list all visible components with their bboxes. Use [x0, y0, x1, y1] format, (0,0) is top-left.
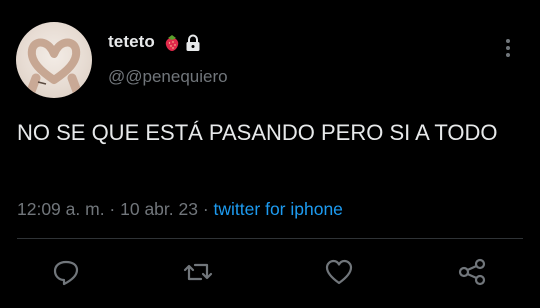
share-icon[interactable]: [456, 256, 488, 288]
tweet-text: NO SE QUE ESTÁ PASANDO PERO SI A TODO: [17, 120, 498, 145]
strawberry-icon: [164, 34, 180, 57]
name-badges: [164, 34, 202, 57]
avatar-image: [25, 38, 83, 98]
lock-icon: [184, 34, 202, 57]
divider: [17, 238, 523, 239]
tweet-meta: 12:09 a. m. · 10 abr. 23 · twitter for i…: [17, 199, 343, 220]
tweet-source-link[interactable]: twitter for iphone: [214, 199, 343, 219]
avatar[interactable]: [16, 22, 92, 98]
like-icon[interactable]: [323, 256, 355, 288]
more-options-icon[interactable]: [500, 36, 516, 60]
meta-separator: ·: [104, 199, 121, 219]
display-name[interactable]: teteto: [108, 32, 155, 52]
retweet-icon[interactable]: [182, 256, 214, 288]
user-handle[interactable]: @@penequiero: [108, 67, 228, 87]
tweet-time[interactable]: 12:09 a. m.: [17, 199, 105, 219]
meta-separator: ·: [197, 199, 214, 219]
tweet-date[interactable]: 10 abr. 23: [120, 199, 198, 219]
reply-icon[interactable]: [50, 256, 82, 288]
action-bar: [0, 256, 540, 288]
